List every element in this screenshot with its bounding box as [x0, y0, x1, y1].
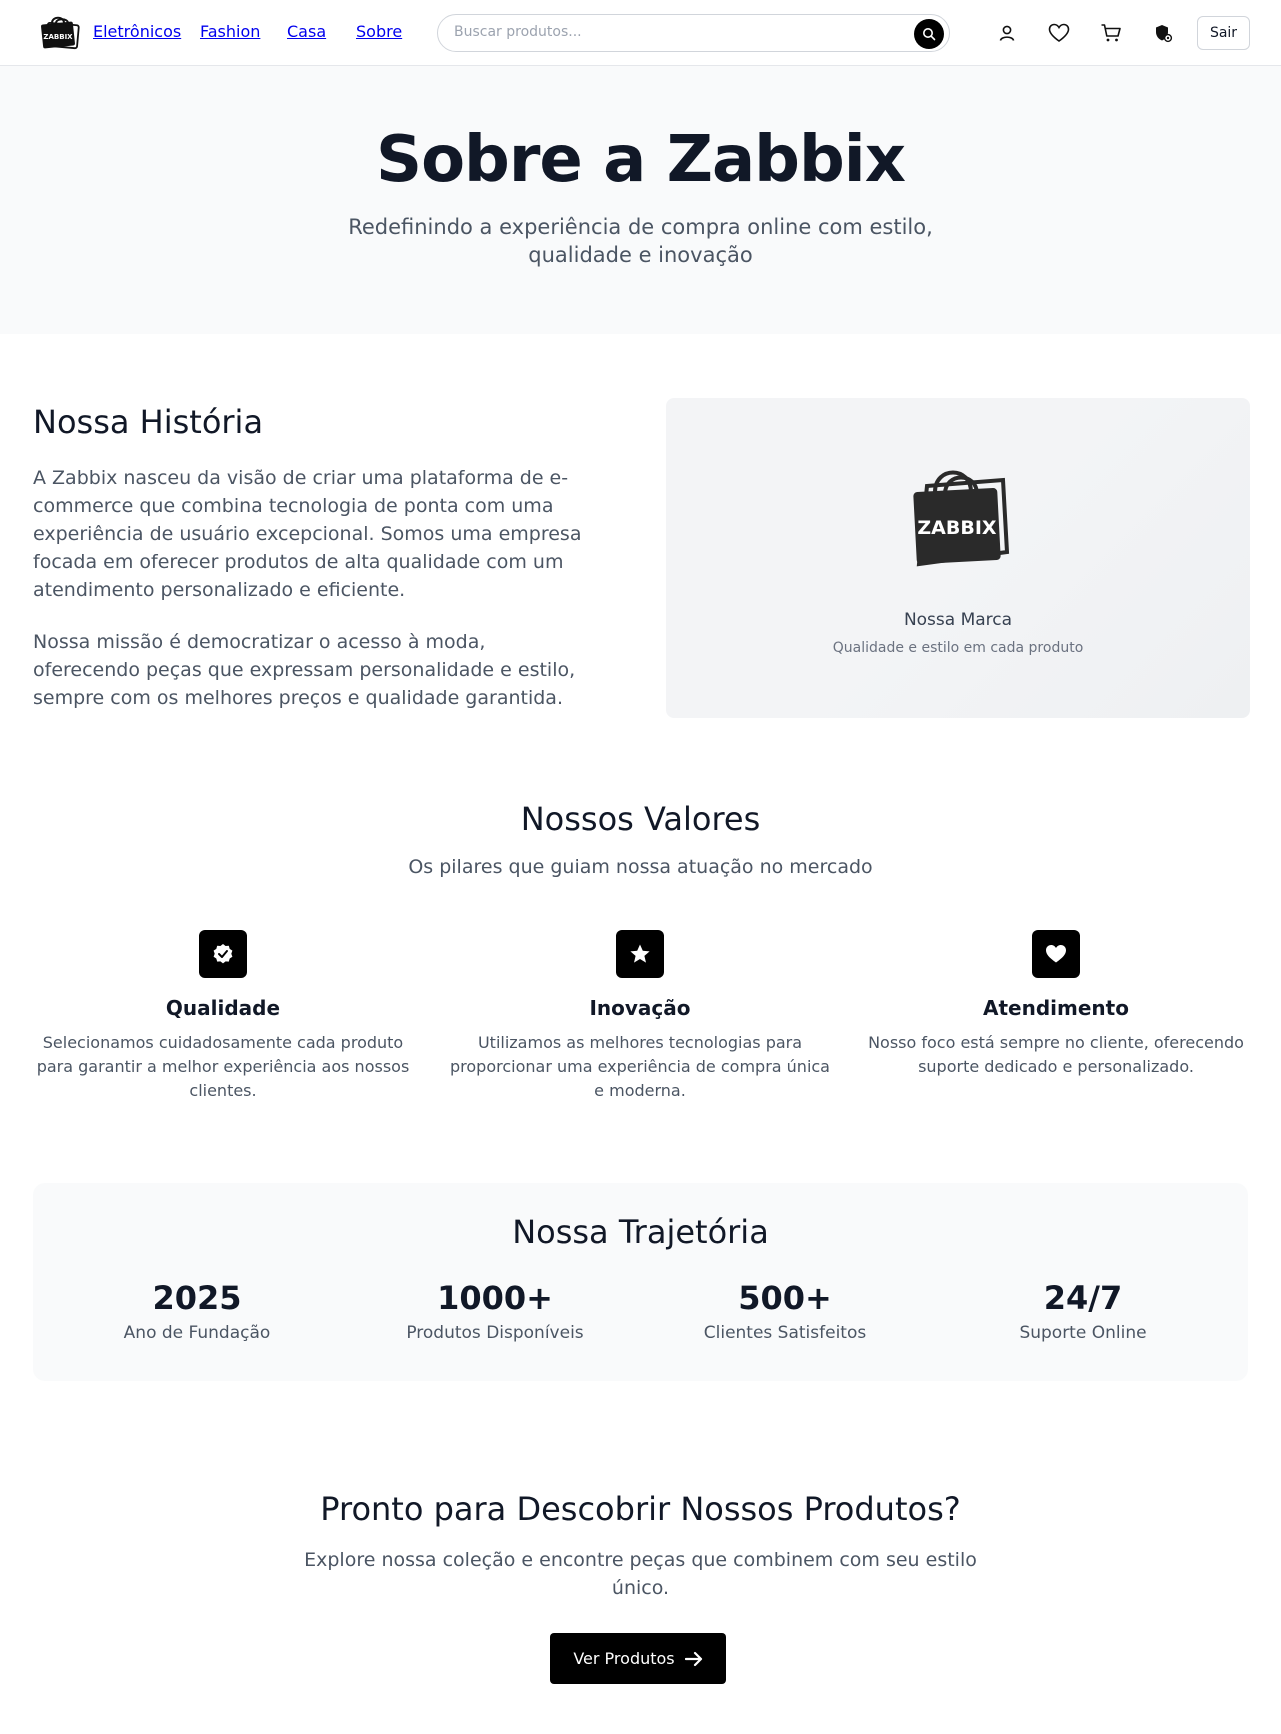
- cta-text: Explore nossa coleção e encontre peças q…: [304, 1549, 977, 1599]
- history-paragraph-1: A Zabbix nasceu da visão de criar uma pl…: [33, 467, 582, 601]
- site-header: ZABBIX Eletrônicos Fashion Casa Sobre Sa…: [0, 0, 1281, 66]
- view-products-label: Ver Produtos: [573, 1649, 675, 1668]
- search-button[interactable]: [914, 19, 944, 49]
- user-icon[interactable]: [995, 21, 1019, 45]
- brand-card: ZABBIX Nossa Marca Qualidade e estilo em…: [666, 398, 1250, 718]
- view-products-button[interactable]: Ver Produtos: [550, 1633, 726, 1684]
- cta-title: Pronto para Descobrir Nossos Produtos?: [320, 1490, 961, 1528]
- nav-fashion[interactable]: Fashion: [200, 22, 260, 41]
- arrow-right-icon: [684, 1651, 702, 1666]
- value-title: Inovação: [589, 996, 691, 1020]
- values-subtitle: Os pilares que guiam nossa atuação no me…: [408, 856, 873, 878]
- brand-card-subtitle: Qualidade e estilo em cada produto: [832, 640, 1084, 656]
- stat-value: 24/7: [1043, 1279, 1123, 1317]
- nav-eletronicos[interactable]: Eletrônicos: [93, 22, 181, 41]
- trajectory-section: Nossa Trajetória 2025 Ano de Fundação 10…: [33, 1183, 1248, 1381]
- stat-support: 24/7 Suporte Online: [953, 1279, 1213, 1343]
- logo[interactable]: ZABBIX: [39, 14, 81, 50]
- heart-icon[interactable]: [1047, 21, 1071, 45]
- cart-icon[interactable]: [1099, 21, 1123, 45]
- svg-text:ZABBIX: ZABBIX: [43, 33, 73, 41]
- hero-subtitle: Redefinindo a experiência de compra onli…: [348, 215, 933, 267]
- admin-shield-icon[interactable]: [1151, 21, 1175, 45]
- nav-sobre[interactable]: Sobre: [356, 22, 402, 41]
- stat-label: Ano de Fundação: [123, 1323, 271, 1343]
- search-input[interactable]: [454, 24, 894, 40]
- badge-check-icon: [199, 930, 247, 978]
- nav-casa[interactable]: Casa: [287, 22, 326, 41]
- stat-value: 500+: [738, 1279, 832, 1317]
- brand-card-title: Nossa Marca: [903, 610, 1013, 630]
- svg-text:ZABBIX: ZABBIX: [917, 517, 997, 539]
- stat-value: 2025: [152, 1279, 242, 1317]
- value-title: Qualidade: [165, 996, 281, 1020]
- page-title: Sobre a Zabbix: [375, 123, 906, 197]
- value-text: Nosso foco está sempre no cliente, ofere…: [868, 1033, 1244, 1076]
- stat-label: Suporte Online: [1019, 1323, 1147, 1343]
- trajectory-title: Nossa Trajetória: [512, 1213, 769, 1251]
- logout-button[interactable]: Sair: [1197, 16, 1250, 50]
- stat-label: Produtos Disponíveis: [406, 1323, 584, 1343]
- stat-products: 1000+ Produtos Disponíveis: [365, 1279, 625, 1343]
- values-title: Nossos Valores: [520, 800, 761, 838]
- stat-founded: 2025 Ano de Fundação: [67, 1279, 327, 1343]
- hero-section: Sobre a Zabbix Redefinindo a experiência…: [0, 66, 1281, 334]
- star-icon: [616, 930, 664, 978]
- history-title: Nossa História: [33, 403, 264, 441]
- brand-logo: ZABBIX: [909, 462, 1013, 570]
- stat-label: Clientes Satisfeitos: [703, 1323, 867, 1343]
- stat-customers: 500+ Clientes Satisfeitos: [655, 1279, 915, 1343]
- value-text: Selecionamos cuidadosamente cada produto…: [36, 1033, 410, 1100]
- search-icon: [923, 28, 936, 41]
- value-text: Utilizamos as melhores tecnologias para …: [450, 1033, 830, 1100]
- value-title: Atendimento: [983, 996, 1129, 1020]
- history-paragraph-2: Nossa missão é democratizar o acesso à m…: [33, 631, 576, 709]
- heart-icon: [1032, 930, 1080, 978]
- search-bar: [437, 14, 950, 52]
- stat-value: 1000+: [437, 1279, 553, 1317]
